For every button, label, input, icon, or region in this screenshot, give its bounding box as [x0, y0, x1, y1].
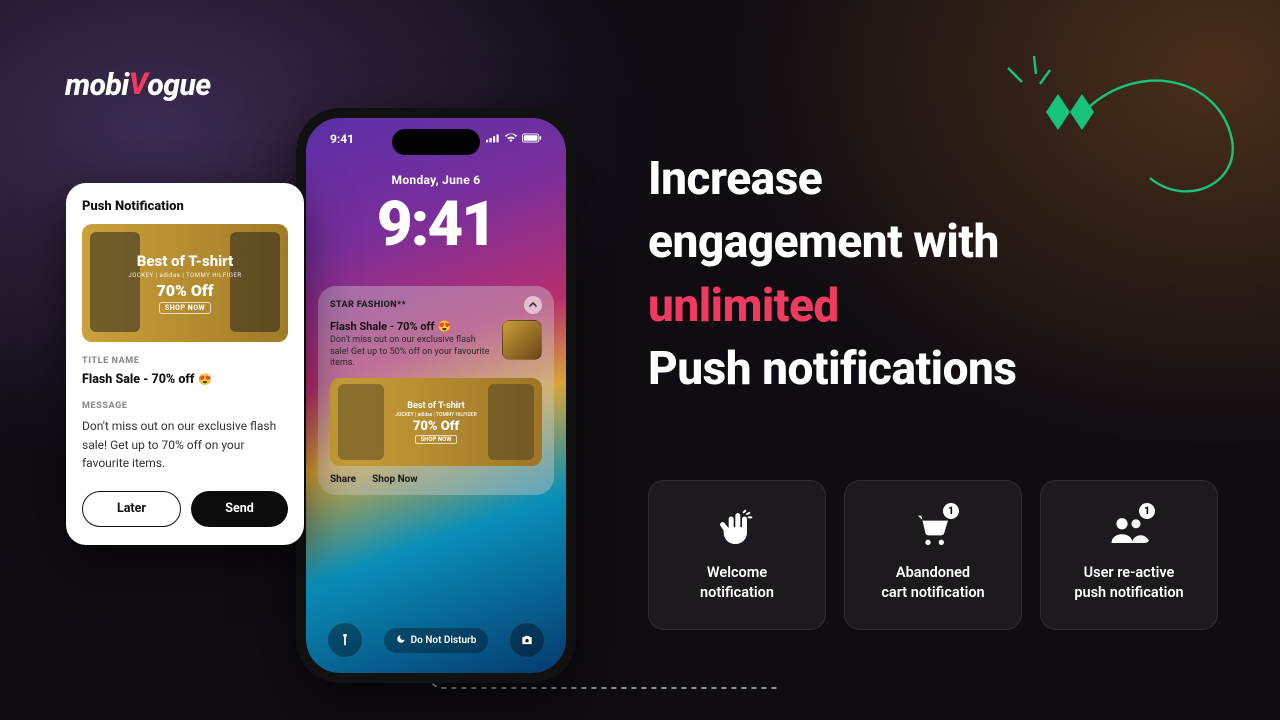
wave-hand-icon	[715, 507, 759, 551]
notif-banner: Best of T-shirt JOCKEY | adidas | TOMMY …	[330, 378, 542, 466]
chevron-up-icon[interactable]	[524, 296, 542, 314]
title-field-label: TITLE NAME	[82, 356, 288, 366]
lock-date: Monday, June 6	[306, 173, 566, 187]
camera-icon[interactable]	[510, 623, 544, 657]
cart-badge: 1	[943, 503, 959, 519]
headline: Increase engagement with unlimited Push …	[648, 148, 1228, 402]
feature-reactive-label: User re-activepush notification	[1074, 563, 1183, 602]
card-banner: Best of T-shirt JOCKEY | adidas | TOMMY …	[82, 224, 288, 342]
wifi-icon	[504, 132, 518, 146]
message-field-value[interactable]: Don't miss out on our exclusive flash sa…	[82, 417, 288, 473]
card-banner-off: 70% Off	[156, 281, 213, 300]
status-time: 9:41	[330, 132, 354, 146]
message-field-label: MESSAGE	[82, 401, 288, 411]
logo-post: ogue	[147, 68, 210, 103]
users-icon: 1	[1107, 507, 1151, 551]
later-button[interactable]: Later	[82, 491, 181, 527]
card-banner-brands: JOCKEY | adidas | TOMMY HILFIGER	[128, 272, 241, 279]
status-bar: 9:41	[306, 132, 566, 146]
signal-icon	[486, 132, 500, 146]
flashlight-icon[interactable]	[328, 623, 362, 657]
card-banner-cta: SHOP NOW	[159, 302, 211, 314]
brand-logo: mobiVogue	[65, 68, 211, 103]
phone-mock: 9:41 Monday, June 6 9:41 STAR FASHION**	[296, 108, 576, 683]
headline-accent: unlimited	[648, 279, 839, 333]
push-config-card: Push Notification Best of T-shirt JOCKEY…	[66, 183, 304, 545]
notif-thumbnail	[502, 320, 542, 360]
feature-reactive[interactable]: 1 User re-activepush notification	[1040, 480, 1218, 630]
notif-banner-title: Best of T-shirt	[407, 401, 464, 411]
notif-title: Flash Shale - 70% off😍	[330, 320, 494, 333]
title-field-value[interactable]: Flash Sale - 70% off😍	[82, 372, 288, 387]
dnd-label: Do Not Disturb	[411, 635, 477, 646]
notif-action-shop[interactable]: Shop Now	[372, 474, 418, 485]
lockscreen-notification[interactable]: STAR FASHION** Flash Shale - 70% off😍 Do…	[318, 286, 554, 495]
notif-app-name: STAR FASHION**	[330, 300, 406, 310]
feature-welcome[interactable]: Welcomenotification	[648, 480, 826, 630]
dnd-pill[interactable]: Do Not Disturb	[384, 628, 489, 653]
notif-action-share[interactable]: Share	[330, 474, 356, 485]
card-header: Push Notification	[82, 199, 288, 214]
notif-banner-brands: JOCKEY | adidas | TOMMY HILFIGER	[395, 412, 477, 418]
headline-l1: Increase	[648, 152, 822, 206]
feature-cart-label: Abandonedcart notification	[881, 563, 984, 602]
logo-pre: mobi	[65, 68, 129, 103]
notif-banner-off: 70% Off	[413, 419, 459, 434]
notif-banner-cta: SHOP NOW	[415, 435, 456, 444]
battery-icon	[522, 132, 542, 146]
logo-v: V	[129, 67, 148, 102]
moon-icon	[396, 634, 406, 647]
feature-row: Welcomenotification 1 Abandonedcart noti…	[648, 480, 1218, 630]
headline-l2: engagement with	[648, 215, 999, 269]
card-banner-title: Best of T-shirt	[137, 252, 234, 270]
cart-icon: 1	[911, 507, 955, 551]
lock-time: 9:41	[306, 188, 566, 261]
feature-welcome-label: Welcomenotification	[700, 563, 774, 602]
feature-abandoned-cart[interactable]: 1 Abandonedcart notification	[844, 480, 1022, 630]
notif-body: Don't miss out on our exclusive flash sa…	[330, 335, 494, 370]
users-badge: 1	[1139, 503, 1155, 519]
headline-l3: Push notifications	[648, 342, 1017, 396]
send-button[interactable]: Send	[191, 491, 288, 527]
